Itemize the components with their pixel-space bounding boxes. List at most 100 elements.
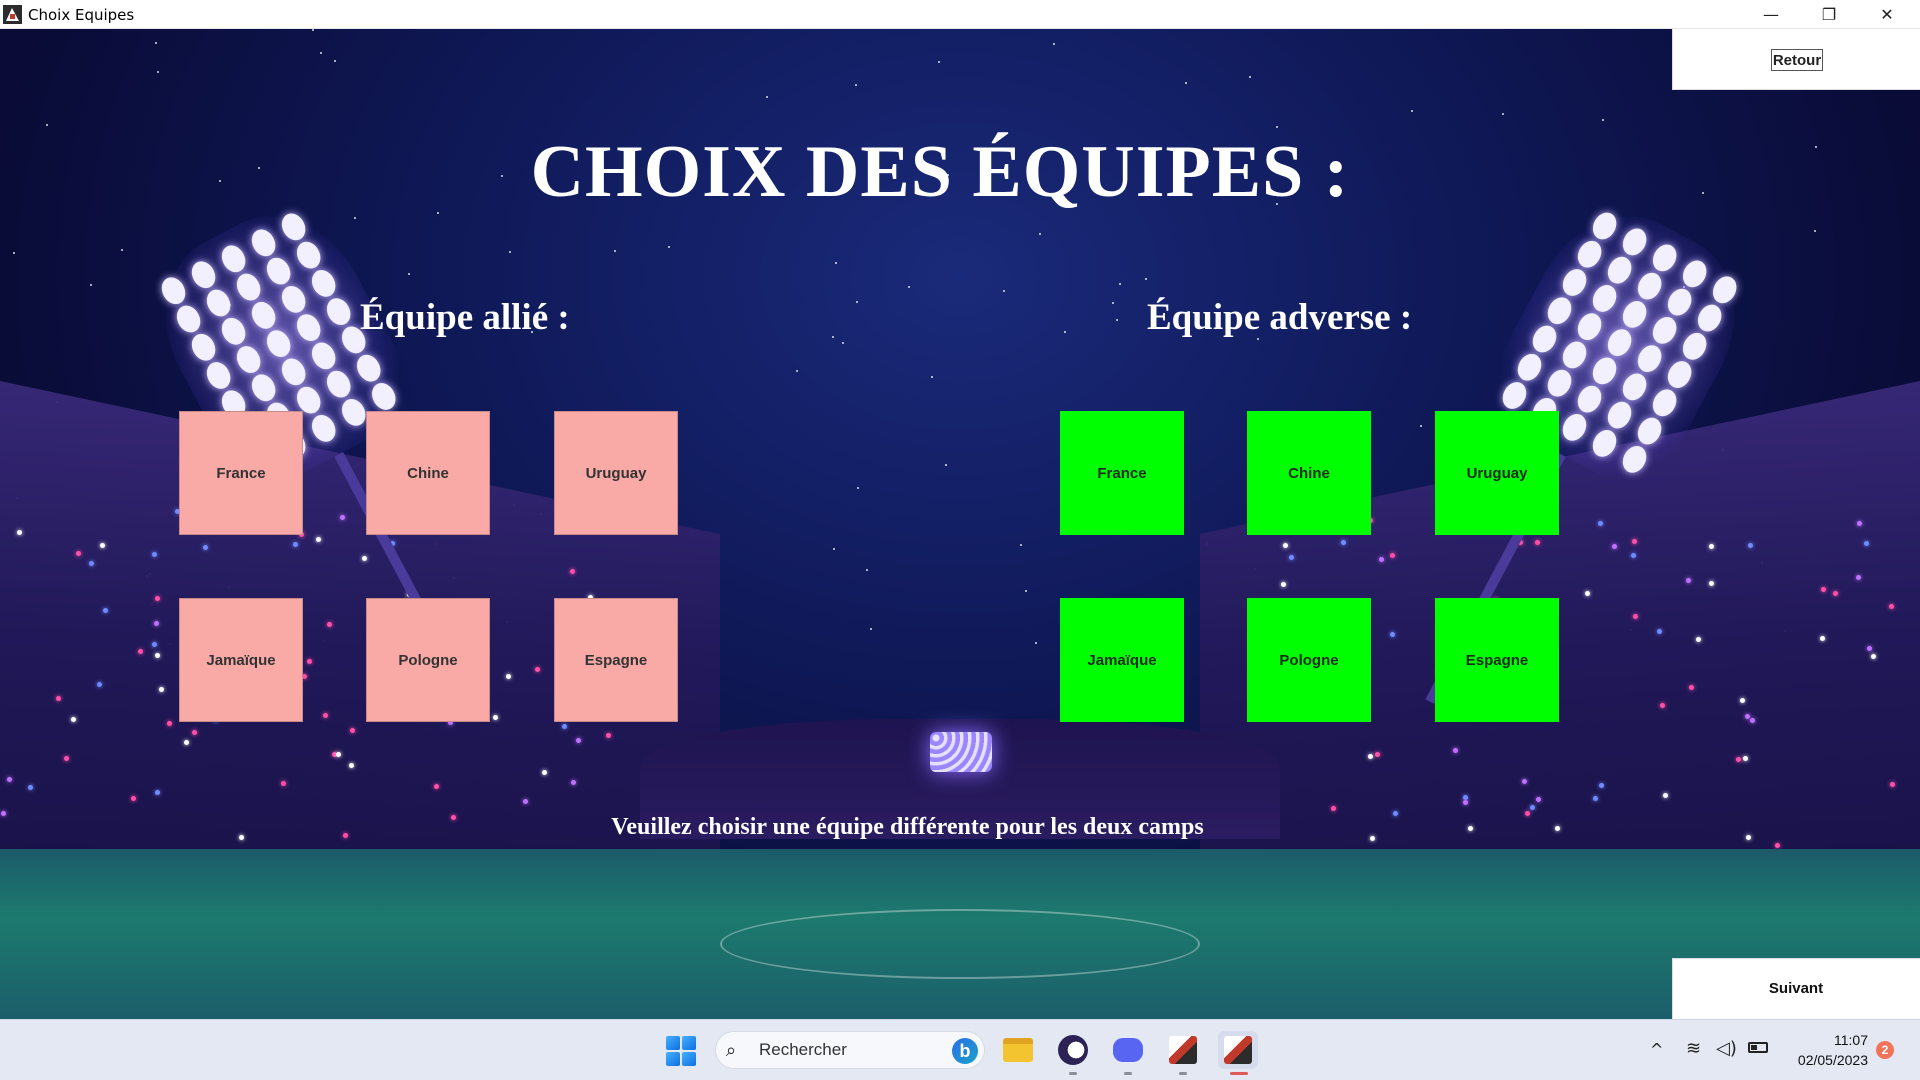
- crowd-light: [1696, 637, 1701, 642]
- crowd-light: [542, 770, 547, 775]
- crowd-light: [434, 784, 439, 789]
- notification-badge[interactable]: 2: [1876, 1041, 1894, 1059]
- crowd-light: [192, 730, 197, 735]
- ally-team-button-uruguay[interactable]: Uruguay: [554, 411, 678, 535]
- star: [320, 52, 322, 54]
- star: [1064, 331, 1066, 333]
- crowd-light: [56, 696, 61, 701]
- file-explorer-icon[interactable]: [998, 1031, 1038, 1069]
- crowd-light: [1283, 543, 1288, 548]
- crowd-light: [323, 713, 328, 718]
- crowd-light: [7, 777, 12, 782]
- windows-start-icon[interactable]: [666, 1036, 696, 1066]
- ally-team-button-pologne[interactable]: Pologne: [366, 598, 490, 722]
- star: [157, 71, 159, 73]
- clock-date[interactable]: 02/05/2023: [1780, 1052, 1868, 1068]
- crowd-light: [1748, 543, 1753, 548]
- ally-team-button-espagne[interactable]: Espagne: [554, 598, 678, 722]
- crowd-light: [571, 780, 576, 785]
- crowd-light: [1750, 718, 1755, 723]
- crowd-light: [1379, 557, 1384, 562]
- center-circle: [720, 909, 1200, 979]
- crowd-light: [1856, 575, 1861, 580]
- star: [1420, 425, 1422, 427]
- star: [1039, 233, 1041, 235]
- enemy-team-button-chine[interactable]: Chine: [1247, 411, 1371, 535]
- star: [1185, 82, 1187, 84]
- star: [833, 548, 835, 550]
- chevron-up-icon[interactable]: ^: [1650, 1040, 1663, 1059]
- crowd-light: [307, 659, 312, 664]
- center-floodlight: [930, 732, 992, 772]
- close-button[interactable]: ✕: [1858, 0, 1916, 29]
- ally-team-button-chine[interactable]: Chine: [366, 411, 490, 535]
- crowd-light: [76, 551, 81, 556]
- ally-team-button-jamaique[interactable]: Jamaïque: [179, 598, 303, 722]
- crowd-light: [493, 715, 498, 720]
- discord-icon[interactable]: [1108, 1031, 1148, 1069]
- crowd-light: [1821, 587, 1826, 592]
- minimize-button[interactable]: —: [1742, 0, 1800, 29]
- crowd-light: [1867, 646, 1872, 651]
- star: [931, 376, 933, 378]
- crowd-light: [17, 530, 22, 535]
- star: [90, 284, 92, 286]
- star: [121, 249, 123, 251]
- crowd-light: [1599, 783, 1604, 788]
- maximize-button[interactable]: ❐: [1800, 0, 1858, 29]
- back-button[interactable]: Retour: [1771, 49, 1823, 71]
- enemy-team-button-jamaique[interactable]: Jamaïque: [1060, 598, 1184, 722]
- crowd-light: [1633, 614, 1638, 619]
- game-app-icon-active[interactable]: [1218, 1031, 1258, 1069]
- crowd-light: [1530, 805, 1535, 810]
- star: [354, 217, 356, 219]
- crowd-light: [1598, 521, 1603, 526]
- crowd-light: [152, 552, 157, 557]
- ally-team-button-france[interactable]: France: [179, 411, 303, 535]
- window-title: Choix Equipes: [28, 6, 135, 24]
- crowd-light: [1743, 756, 1748, 761]
- star: [13, 252, 15, 254]
- crowd-light: [327, 622, 332, 627]
- next-button[interactable]: Suivant: [1672, 958, 1920, 1019]
- crowd-light: [606, 733, 611, 738]
- eclipse-icon[interactable]: [1053, 1031, 1093, 1069]
- crowd-light: [1281, 582, 1286, 587]
- crowd-light: [138, 649, 143, 654]
- crowd-light: [1390, 553, 1395, 558]
- star: [1411, 110, 1413, 112]
- crowd-light: [1736, 757, 1741, 762]
- crowd-light: [1709, 581, 1714, 586]
- star: [1276, 126, 1278, 128]
- taskbar: ⌕ Rechercher b ^ ≋ ◁) 11:07 02/05/2023 2: [0, 1019, 1920, 1080]
- clock-time[interactable]: 11:07: [1780, 1032, 1868, 1048]
- crowd-light: [1536, 797, 1541, 802]
- enemy-team-button-pologne[interactable]: Pologne: [1247, 598, 1371, 722]
- window-titlebar: Choix Equipes — ❐ ✕: [0, 0, 1920, 29]
- taskbar-search-box[interactable]: [715, 1031, 985, 1069]
- bing-icon[interactable]: b: [952, 1038, 978, 1064]
- enemy-team-button-espagne[interactable]: Espagne: [1435, 598, 1559, 722]
- crowd-light: [535, 667, 540, 672]
- battery-icon[interactable]: [1748, 1042, 1768, 1053]
- star: [1249, 76, 1251, 78]
- enemy-team-button-uruguay[interactable]: Uruguay: [1435, 411, 1559, 535]
- enemy-team-button-france[interactable]: France: [1060, 411, 1184, 535]
- star: [1020, 544, 1022, 546]
- star: [938, 61, 940, 63]
- crowd-light: [155, 653, 160, 658]
- volume-icon[interactable]: ◁): [1716, 1038, 1737, 1059]
- wifi-icon[interactable]: ≋: [1686, 1038, 1701, 1059]
- crowd-light: [1889, 604, 1894, 609]
- crowd-light: [1289, 555, 1294, 560]
- crowd-light: [1745, 714, 1750, 719]
- crowd-light: [203, 545, 208, 550]
- crowd-light: [103, 608, 108, 613]
- crowd-light: [184, 740, 189, 745]
- game-app-icon[interactable]: [1163, 1031, 1203, 1069]
- crowd-light: [1871, 654, 1876, 659]
- crowd-light: [100, 543, 105, 548]
- crowd-light: [349, 763, 354, 768]
- star: [312, 29, 314, 31]
- crowd-light: [1833, 591, 1838, 596]
